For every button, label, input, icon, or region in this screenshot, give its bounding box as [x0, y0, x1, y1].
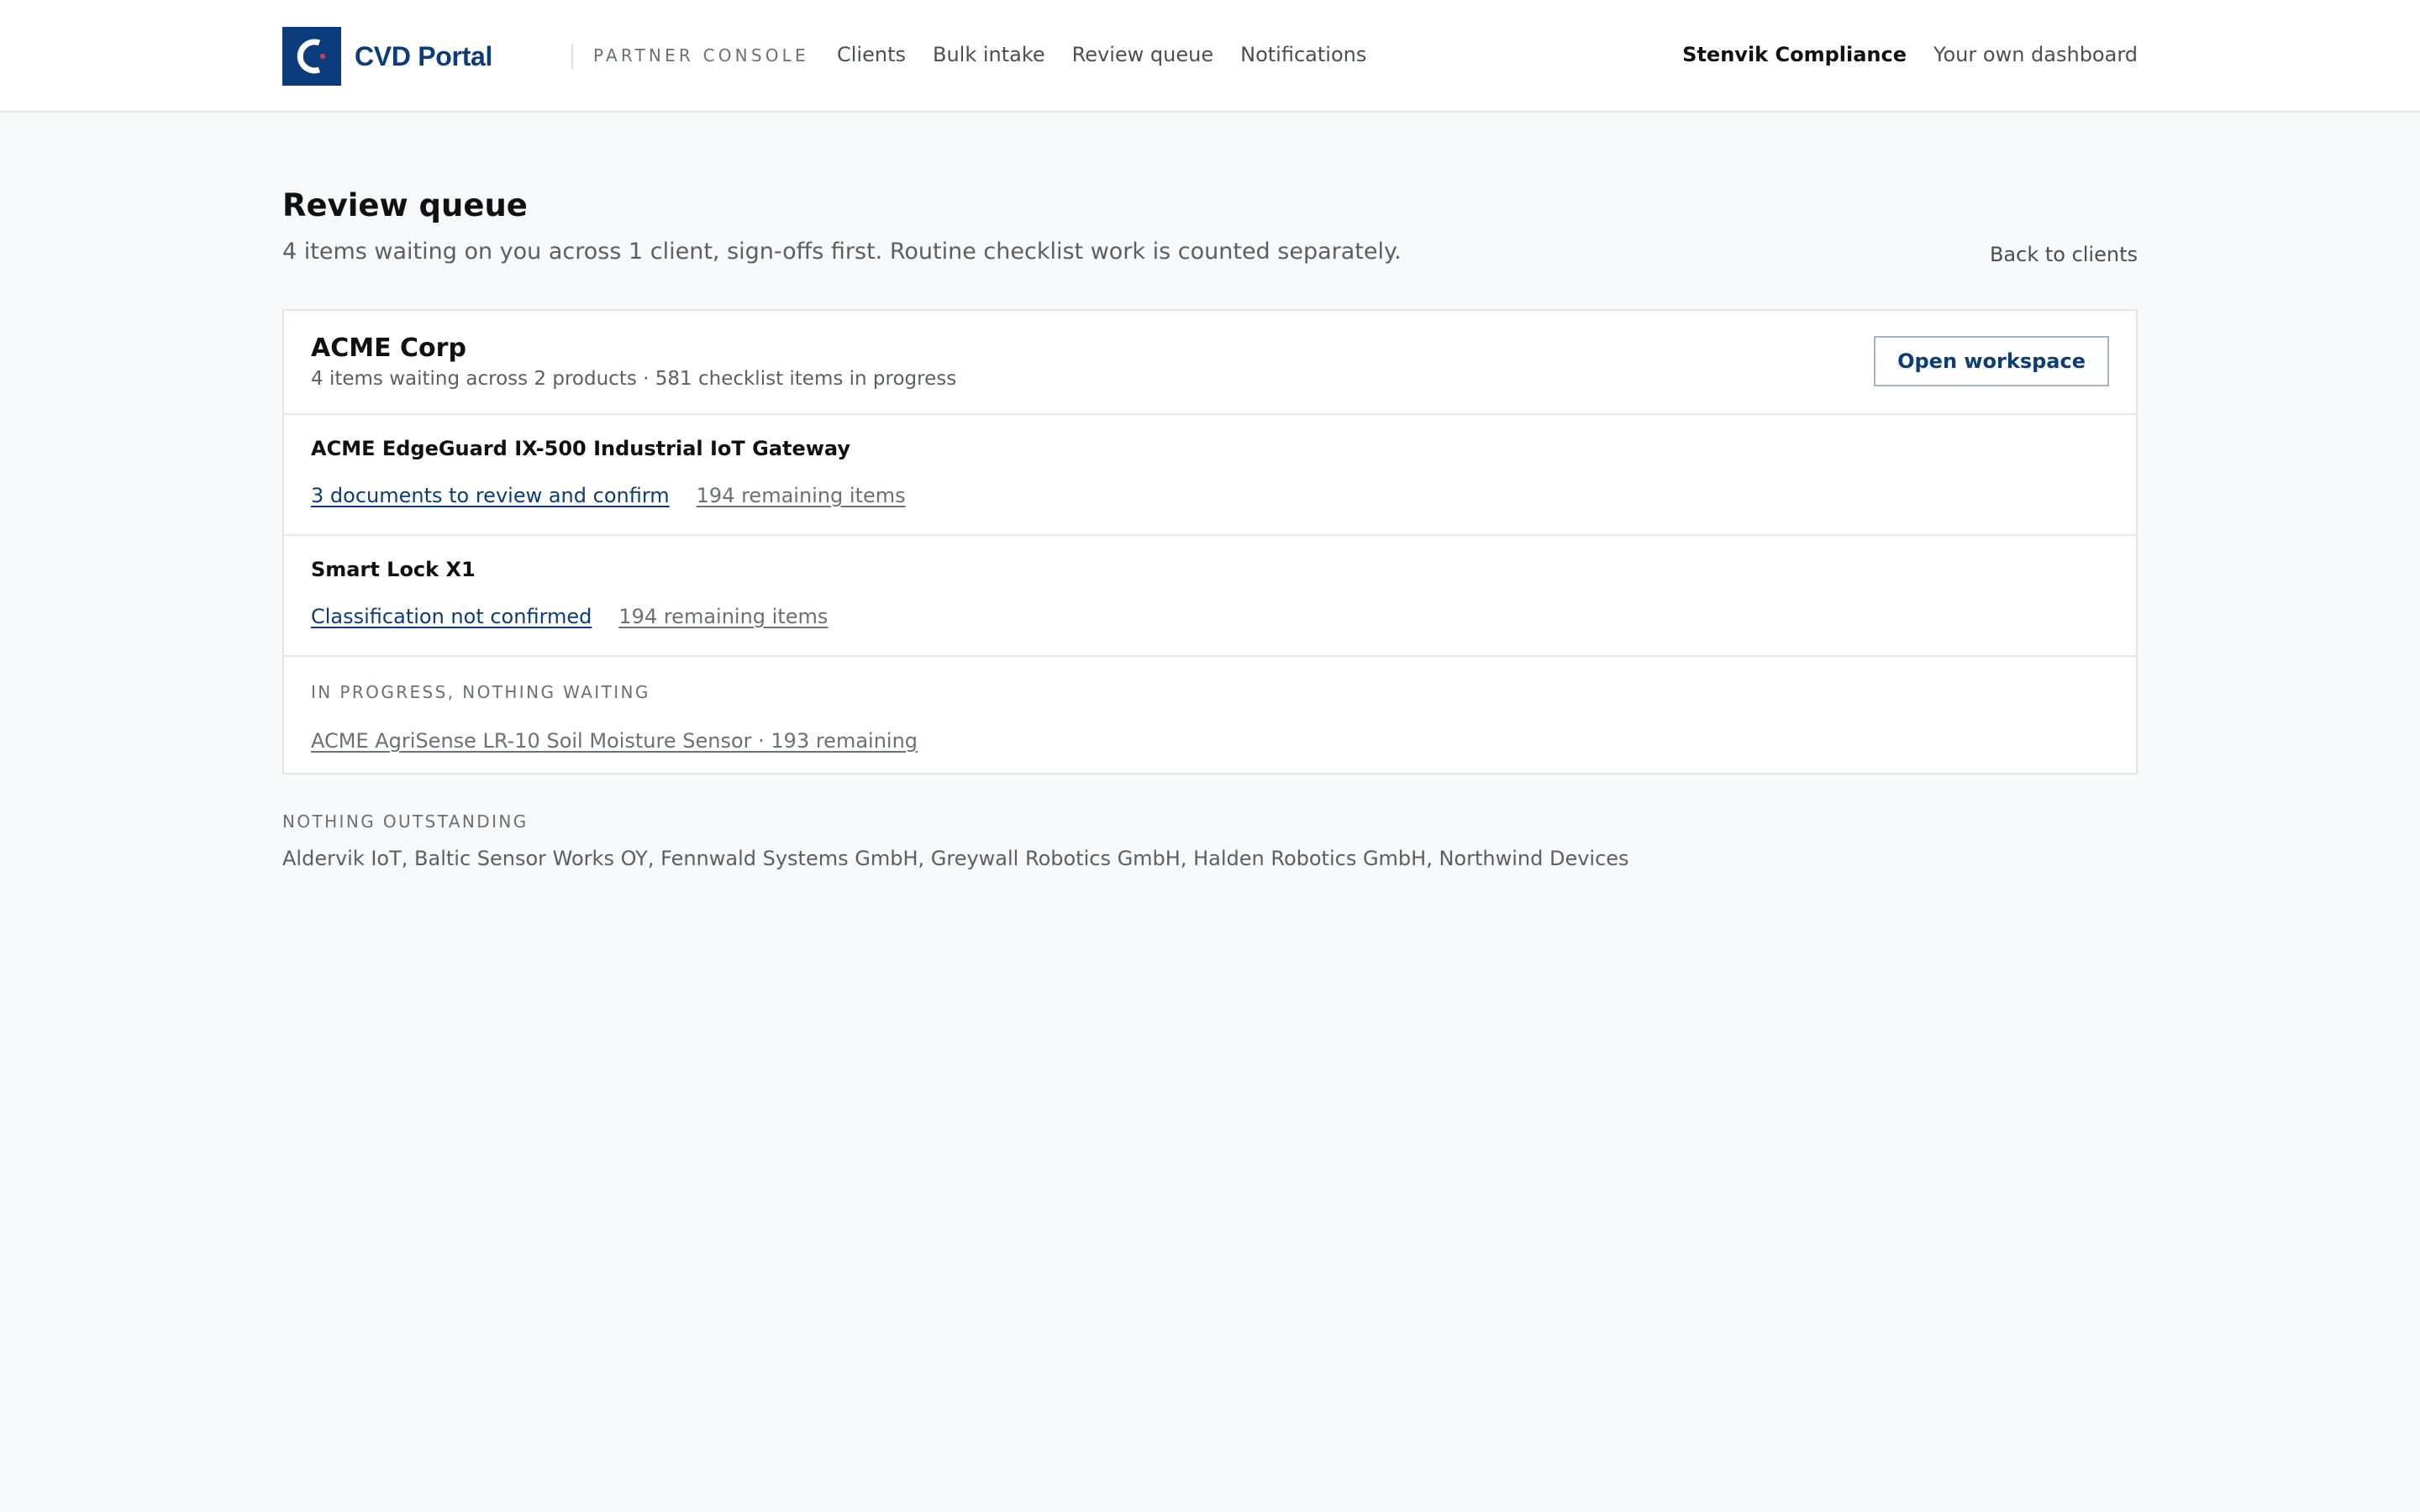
in-progress-label: IN PROGRESS, NOTHING WAITING [311, 682, 650, 702]
in-progress-product-link[interactable]: ACME AgriSense LR-10 Soil Moisture Senso… [311, 726, 918, 756]
client-summary: 4 items waiting across 2 products · 581 … [311, 368, 957, 390]
page-title: Review queue [282, 187, 528, 223]
remaining-items-link[interactable]: 194 remaining items [697, 480, 906, 511]
nav-notifications[interactable]: Notifications [1240, 40, 1366, 69]
back-to-clients-link[interactable]: Back to clients [1990, 240, 2138, 269]
product-row: ACME EdgeGuard IX-500 Industrial IoT Gat… [284, 415, 2136, 536]
cvd-logo-icon [282, 27, 341, 86]
nothing-outstanding-label: NOTHING OUTSTANDING [282, 811, 529, 832]
top-nav-bar: CVD Portal PARTNER CONSOLE Clients Bulk … [0, 0, 2420, 113]
open-workspace-button[interactable]: Open workspace [1874, 336, 2109, 386]
product-name: Smart Lock X1 [311, 558, 476, 581]
idle-clients-list: Aldervik IoT, Baltic Sensor Works OY, Fe… [282, 847, 1629, 870]
client-name: ACME Corp [311, 333, 466, 363]
page-subtitle: 4 items waiting on you across 1 client, … [282, 239, 1402, 265]
brand-logo-link[interactable]: CVD Portal [282, 27, 492, 86]
account-nav: Stenvik Compliance Your own dashboard [1682, 40, 2138, 69]
product-actions: Classification not confirmed 194 remaini… [311, 601, 828, 632]
product-row: Smart Lock X1 Classification not confirm… [284, 536, 2136, 657]
nav-clients[interactable]: Clients [837, 40, 906, 69]
nothing-outstanding-section: NOTHING OUTSTANDING Aldervik IoT, Baltic… [282, 810, 1629, 874]
nav-bulk-intake[interactable]: Bulk intake [933, 40, 1045, 69]
console-label: PARTNER CONSOLE [593, 45, 809, 66]
classification-link[interactable]: Classification not confirmed [311, 601, 592, 632]
brand-name: CVD Portal [355, 40, 493, 71]
main-nav: Clients Bulk intake Review queue Notific… [837, 40, 1366, 69]
in-progress-section: IN PROGRESS, NOTHING WAITING ACME AgriSe… [284, 657, 2136, 773]
remaining-items-link[interactable]: 194 remaining items [618, 601, 828, 632]
product-name: ACME EdgeGuard IX-500 Industrial IoT Gat… [311, 437, 851, 460]
nav-review-queue[interactable]: Review queue [1072, 40, 1213, 69]
product-actions: 3 documents to review and confirm 194 re… [311, 480, 906, 511]
header-divider [571, 44, 573, 69]
own-dashboard-link[interactable]: Your own dashboard [1933, 40, 2138, 69]
client-card: ACME Corp 4 items waiting across 2 produ… [282, 309, 2138, 774]
org-switcher[interactable]: Stenvik Compliance [1682, 40, 1907, 69]
review-documents-link[interactable]: 3 documents to review and confirm [311, 480, 670, 511]
client-card-header: ACME Corp 4 items waiting across 2 produ… [284, 311, 2136, 415]
